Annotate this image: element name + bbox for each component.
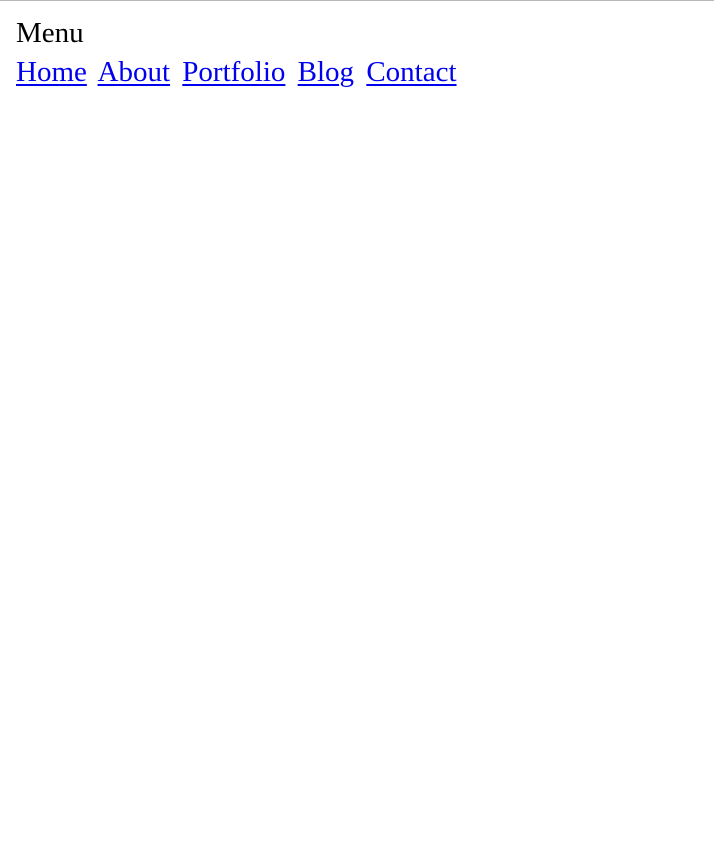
menu-heading: Menu [16,17,84,49]
page-content: Menu Home About Portfolio Blog Contact [16,14,714,92]
nav-link-home[interactable]: Home [16,56,87,88]
nav-link-portfolio[interactable]: Portfolio [182,56,285,88]
main-navigation: Home About Portfolio Blog Contact [16,52,714,92]
top-border-line [0,0,714,1]
nav-link-contact[interactable]: Contact [366,56,456,88]
nav-link-about[interactable]: About [98,56,171,88]
nav-link-blog[interactable]: Blog [298,56,354,88]
